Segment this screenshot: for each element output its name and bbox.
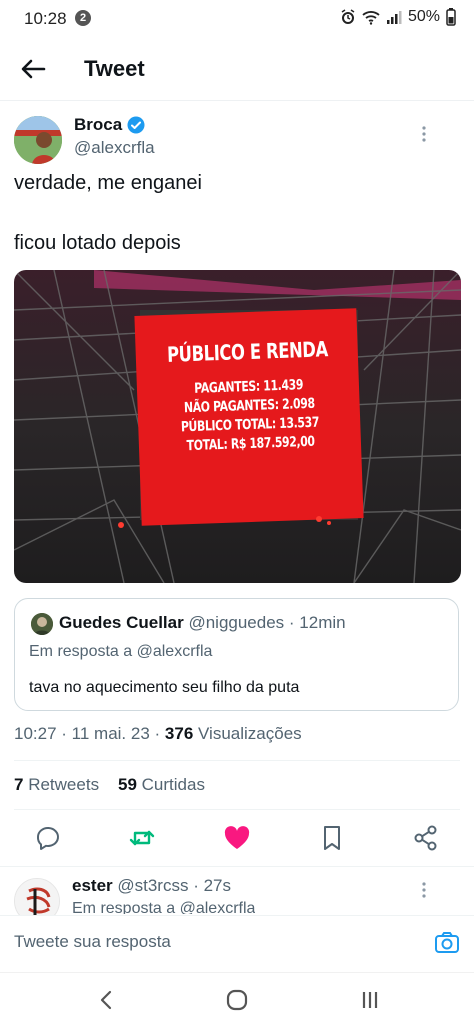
quote-author-handle: @nigguedes xyxy=(188,613,285,632)
retweets-label: Retweets xyxy=(28,775,100,794)
tweet-time: 10:27 xyxy=(14,724,57,743)
verified-badge-icon xyxy=(127,116,145,134)
quote-text: tava no aquecimento seu filho da puta xyxy=(29,679,300,696)
nav-back-icon[interactable] xyxy=(96,989,116,1016)
reply-compose-bar[interactable]: Tweete sua resposta xyxy=(0,915,474,972)
reply-author-name[interactable]: ester xyxy=(72,876,113,895)
status-time: 10:28 xyxy=(24,9,67,28)
quote-time: · 12min xyxy=(288,613,346,632)
likes-link[interactable]: 59 Curtidas xyxy=(118,775,205,794)
author-handle[interactable]: @alexcrfla xyxy=(74,138,155,158)
camera-icon[interactable] xyxy=(434,930,460,956)
tweet-image[interactable]: PÚBLICO E RENDA PAGANTES: 11.439 NÃO PAG… xyxy=(14,270,461,583)
like-icon[interactable] xyxy=(221,822,253,854)
status-bar: 10:28 2 50% xyxy=(0,0,474,38)
divider xyxy=(0,866,474,867)
views-label: Visualizações xyxy=(198,724,302,743)
quoted-tweet[interactable]: Guedes Cuellar @nigguedes · 12min Em res… xyxy=(14,598,459,711)
back-arrow-icon[interactable] xyxy=(18,56,48,82)
quote-author-name: Guedes Cuellar xyxy=(59,613,184,632)
notification-badge: 2 xyxy=(75,10,91,26)
alarm-icon xyxy=(341,9,355,24)
tweet-text: verdade, me enganei ficou lotado depois xyxy=(14,168,454,258)
reply-reply-to: Em resposta a @alexcrfla xyxy=(72,900,256,914)
reply-input[interactable]: Tweete sua resposta xyxy=(14,932,171,952)
tweet-text-line: verdade, me enganei xyxy=(14,172,202,194)
reply-icon[interactable] xyxy=(32,822,64,854)
battery-icon xyxy=(446,8,456,26)
divider xyxy=(14,809,460,810)
views-count: 376 xyxy=(164,724,194,743)
likes-label: Curtidas xyxy=(141,775,205,794)
reply-time: · 27s xyxy=(193,876,232,895)
reply-more-options-icon[interactable] xyxy=(419,880,429,900)
battery-level: 50% xyxy=(407,8,440,25)
nav-home-icon[interactable] xyxy=(226,989,248,1016)
tweet-meta: 10:27 · 11 mai. 23 · 376 Visualizações xyxy=(14,724,302,744)
retweets-link[interactable]: 7 Retweets xyxy=(14,775,99,794)
bookmark-icon[interactable] xyxy=(316,822,348,854)
quote-reply-to: Em resposta a @alexcrfla xyxy=(29,643,213,660)
page-title: Tweet xyxy=(84,56,145,81)
author-avatar[interactable] xyxy=(14,116,62,164)
likes-count: 59 xyxy=(117,775,137,794)
reply-header: ester @st3rcss · 27s xyxy=(72,876,231,896)
wifi-icon xyxy=(362,11,380,25)
status-icons: 50% xyxy=(340,8,456,26)
engagement-stats: 7 Retweets 59 Curtidas xyxy=(14,775,205,795)
retweets-count: 7 xyxy=(14,775,24,794)
signal-icon xyxy=(386,11,402,24)
tweet-date: · 11 mai. 23 · xyxy=(61,724,161,743)
quote-avatar xyxy=(31,613,53,635)
more-options-icon[interactable] xyxy=(419,124,429,144)
tweet-actions xyxy=(0,818,474,858)
share-icon[interactable] xyxy=(410,822,442,854)
quote-header: Guedes Cuellar @nigguedes · 12min xyxy=(59,613,346,633)
author-name[interactable]: Broca xyxy=(74,115,122,135)
reply-author-handle[interactable]: @st3rcss xyxy=(117,876,188,895)
retweet-icon[interactable] xyxy=(126,822,158,854)
system-navigation-bar xyxy=(0,972,474,1027)
top-app-bar: Tweet xyxy=(0,38,474,101)
divider xyxy=(14,760,460,761)
nav-recents-icon[interactable] xyxy=(360,989,380,1016)
author-name-row[interactable]: Broca xyxy=(74,115,145,135)
tweet-text-line: ficou lotado depois xyxy=(14,232,181,254)
